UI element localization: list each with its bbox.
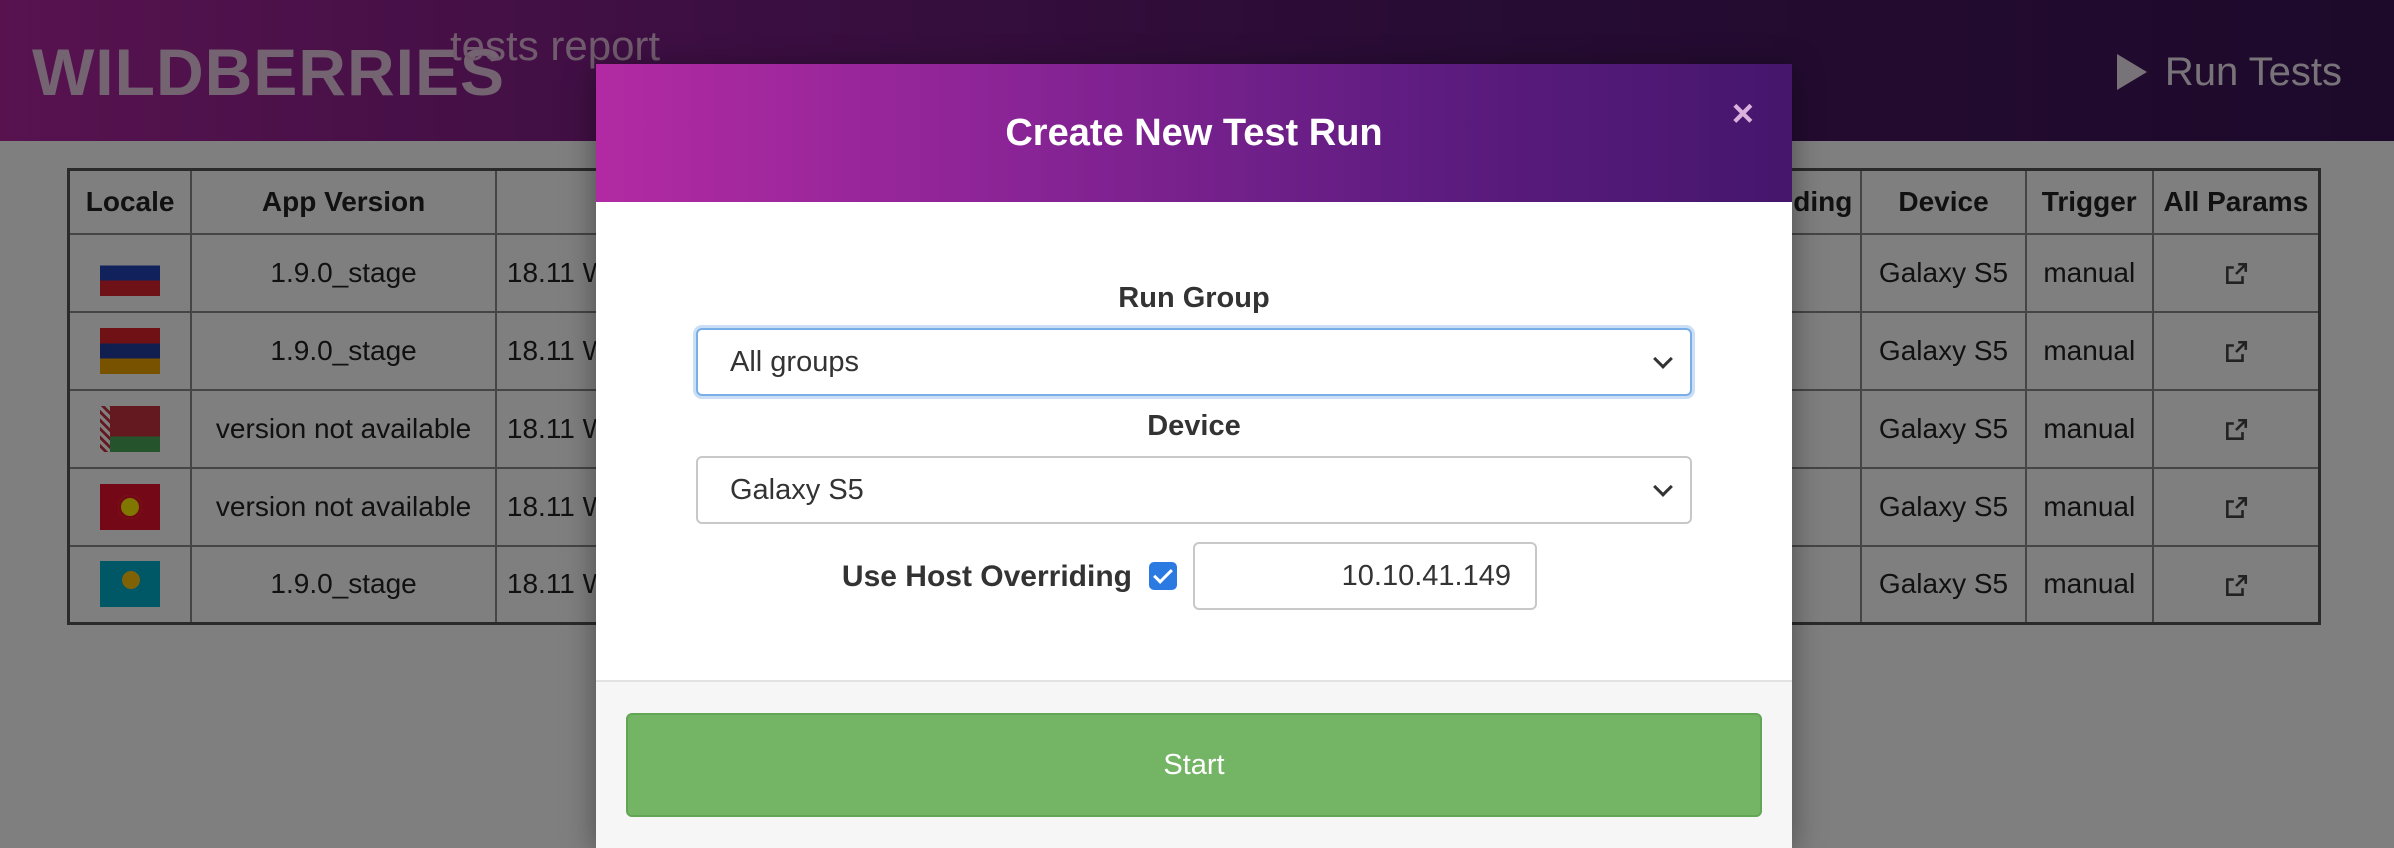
modal-header: Create New Test Run × — [596, 64, 1792, 202]
use-host-overriding-label: Use Host Overriding — [841, 560, 1132, 593]
device-select[interactable]: Galaxy S5 — [696, 456, 1692, 524]
modal-footer: Start — [596, 680, 1792, 848]
host-override-row: Use Host Overriding — [596, 542, 1792, 610]
run-group-select[interactable]: All groups — [696, 328, 1692, 396]
chevron-down-icon — [1653, 349, 1673, 369]
chevron-down-icon — [1653, 477, 1673, 497]
host-address-input[interactable] — [1193, 542, 1537, 610]
create-test-run-modal: Create New Test Run × Run Group All grou… — [596, 64, 1792, 848]
start-button[interactable]: Start — [626, 713, 1762, 817]
run-group-value: All groups — [730, 345, 859, 378]
modal-title: Create New Test Run — [1005, 111, 1383, 154]
host-overriding-checkbox[interactable] — [1149, 562, 1177, 590]
device-value: Galaxy S5 — [730, 473, 864, 506]
run-group-label: Run Group — [1118, 282, 1270, 314]
close-icon[interactable]: × — [1732, 94, 1754, 134]
device-label: Device — [1147, 410, 1241, 442]
